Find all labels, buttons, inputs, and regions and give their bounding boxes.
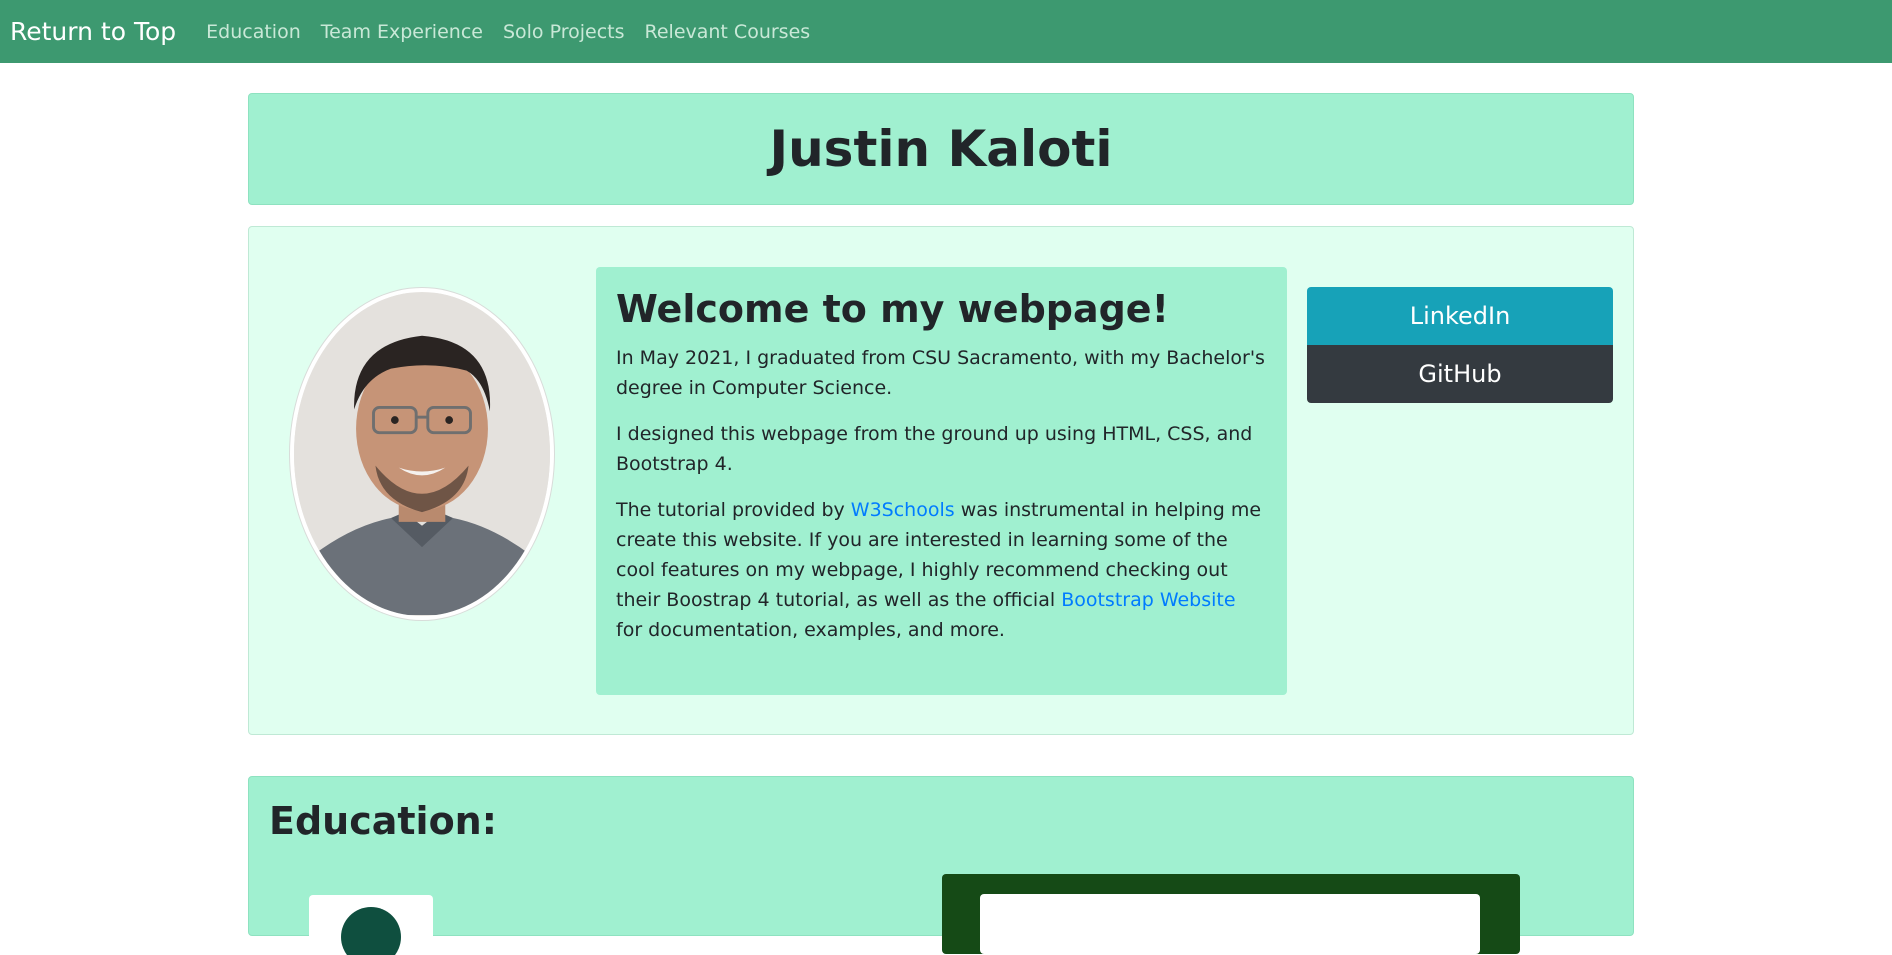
w3schools-link[interactable]: W3Schools — [851, 499, 955, 521]
social-button-group: LinkedIn GitHub — [1307, 287, 1613, 403]
intro-paragraph-design: I designed this webpage from the ground … — [616, 422, 1253, 475]
welcome-heading: Welcome to my webpage! — [616, 287, 1169, 331]
bootstrap-website-link[interactable]: Bootstrap Website — [1061, 589, 1235, 611]
nav-link-education[interactable]: Education — [206, 21, 301, 43]
page-title: Justin Kaloti — [769, 120, 1113, 178]
top-navbar: Return to Top Education Team Experience … — [0, 0, 1892, 63]
education-heading: Education: — [269, 799, 497, 843]
education-section: Education: — [248, 776, 1634, 955]
nav-link-solo-projects[interactable]: Solo Projects — [503, 21, 625, 43]
tutorial-text-end: for documentation, examples, and more. — [616, 618, 1005, 641]
profile-photo — [290, 288, 554, 620]
intro-box: Welcome to my webpage! In May 2021, I gr… — [596, 267, 1287, 695]
university-logo — [341, 907, 401, 955]
education-detail-card — [980, 894, 1480, 954]
nav-link-team-experience[interactable]: Team Experience — [321, 21, 483, 43]
tutorial-text-start: The tutorial provided by — [616, 498, 851, 521]
return-to-top-link[interactable]: Return to Top — [10, 17, 176, 46]
github-button[interactable]: GitHub — [1307, 345, 1613, 403]
nav-link-relevant-courses[interactable]: Relevant Courses — [645, 21, 811, 43]
education-detail-panel — [942, 874, 1520, 954]
name-header: Justin Kaloti — [248, 93, 1634, 205]
linkedin-button[interactable]: LinkedIn — [1307, 287, 1613, 345]
university-logo-card — [309, 895, 433, 955]
intro-paragraph-graduation: In May 2021, I graduated from CSU Sacram… — [616, 346, 1265, 399]
intro-paragraph-tutorial: The tutorial provided by W3Schools was i… — [616, 495, 1267, 645]
